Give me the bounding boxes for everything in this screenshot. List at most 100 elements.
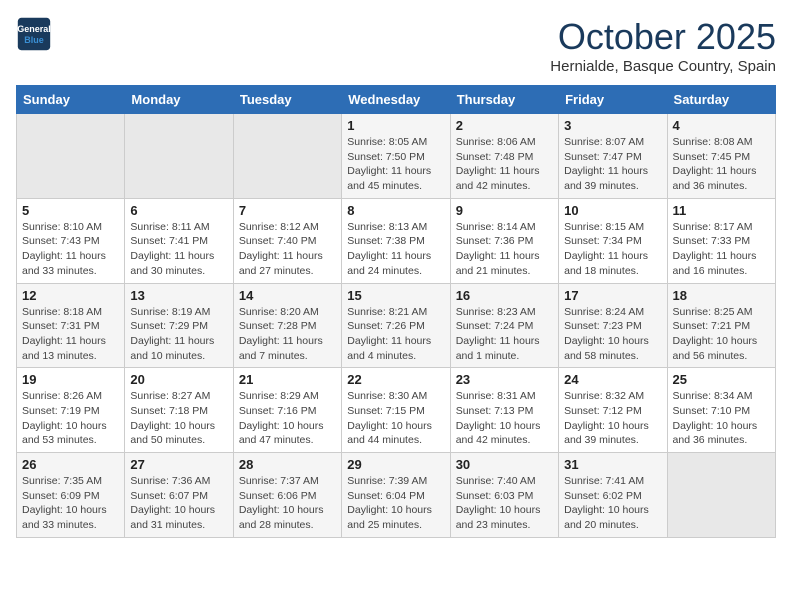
calendar-table: SundayMondayTuesdayWednesdayThursdayFrid… [16, 85, 776, 538]
day-number: 19 [22, 372, 119, 387]
calendar-week-row: 26 Sunrise: 7:35 AM Sunset: 6:09 PM Dayli… [17, 453, 776, 538]
day-number: 3 [564, 118, 661, 133]
day-info: Sunrise: 8:05 AM Sunset: 7:50 PM Dayligh… [347, 135, 444, 194]
day-number: 23 [456, 372, 553, 387]
calendar-cell: 14 Sunrise: 8:20 AM Sunset: 7:28 PM Dayli… [233, 283, 341, 368]
day-info: Sunrise: 8:20 AM Sunset: 7:28 PM Dayligh… [239, 305, 336, 364]
calendar-cell [667, 453, 775, 538]
day-number: 1 [347, 118, 444, 133]
day-info: Sunrise: 8:21 AM Sunset: 7:26 PM Dayligh… [347, 305, 444, 364]
calendar-cell: 26 Sunrise: 7:35 AM Sunset: 6:09 PM Dayli… [17, 453, 125, 538]
day-info: Sunrise: 8:30 AM Sunset: 7:15 PM Dayligh… [347, 389, 444, 448]
calendar-cell: 21 Sunrise: 8:29 AM Sunset: 7:16 PM Dayli… [233, 368, 341, 453]
calendar-cell: 18 Sunrise: 8:25 AM Sunset: 7:21 PM Dayli… [667, 283, 775, 368]
day-number: 29 [347, 457, 444, 472]
day-header: Wednesday [342, 86, 450, 114]
day-info: Sunrise: 8:08 AM Sunset: 7:45 PM Dayligh… [673, 135, 770, 194]
day-header: Tuesday [233, 86, 341, 114]
calendar-cell: 4Sunrise: 8:08 AM Sunset: 7:45 PM Daylig… [667, 114, 775, 199]
day-info: Sunrise: 8:07 AM Sunset: 7:47 PM Dayligh… [564, 135, 661, 194]
day-number: 31 [564, 457, 661, 472]
day-number: 28 [239, 457, 336, 472]
day-info: Sunrise: 7:35 AM Sunset: 6:09 PM Dayligh… [22, 474, 119, 533]
day-number: 10 [564, 203, 661, 218]
calendar-cell: 9Sunrise: 8:14 AM Sunset: 7:36 PM Daylig… [450, 198, 558, 283]
calendar-cell: 31 Sunrise: 7:41 AM Sunset: 6:02 PM Dayli… [559, 453, 667, 538]
calendar-cell: 20 Sunrise: 8:27 AM Sunset: 7:18 PM Dayli… [125, 368, 233, 453]
day-info: Sunrise: 8:31 AM Sunset: 7:13 PM Dayligh… [456, 389, 553, 448]
day-number: 12 [22, 288, 119, 303]
svg-text:General: General [17, 24, 51, 34]
day-info: Sunrise: 8:12 AM Sunset: 7:40 PM Dayligh… [239, 220, 336, 279]
calendar-header: SundayMondayTuesdayWednesdayThursdayFrid… [17, 86, 776, 114]
day-header: Monday [125, 86, 233, 114]
day-header: Sunday [17, 86, 125, 114]
day-header: Friday [559, 86, 667, 114]
calendar-cell [17, 114, 125, 199]
calendar-week-row: 5Sunrise: 8:10 AM Sunset: 7:43 PM Daylig… [17, 198, 776, 283]
day-header: Saturday [667, 86, 775, 114]
day-info: Sunrise: 8:19 AM Sunset: 7:29 PM Dayligh… [130, 305, 227, 364]
day-number: 16 [456, 288, 553, 303]
calendar-cell: 29 Sunrise: 7:39 AM Sunset: 6:04 PM Dayli… [342, 453, 450, 538]
svg-text:Blue: Blue [24, 35, 44, 45]
day-info: Sunrise: 8:34 AM Sunset: 7:10 PM Dayligh… [673, 389, 770, 448]
day-number: 27 [130, 457, 227, 472]
calendar-week-row: 1 Sunrise: 8:05 AM Sunset: 7:50 PM Daylig… [17, 114, 776, 199]
calendar-cell: 10 Sunrise: 8:15 AM Sunset: 7:34 PM Dayli… [559, 198, 667, 283]
calendar-cell [125, 114, 233, 199]
day-info: Sunrise: 8:15 AM Sunset: 7:34 PM Dayligh… [564, 220, 661, 279]
calendar-cell: 3 Sunrise: 8:07 AM Sunset: 7:47 PM Daylig… [559, 114, 667, 199]
day-info: Sunrise: 7:39 AM Sunset: 6:04 PM Dayligh… [347, 474, 444, 533]
day-number: 26 [22, 457, 119, 472]
calendar-cell: 30 Sunrise: 7:40 AM Sunset: 6:03 PM Dayli… [450, 453, 558, 538]
calendar-cell: 11Sunrise: 8:17 AM Sunset: 7:33 PM Dayli… [667, 198, 775, 283]
calendar-cell: 19Sunrise: 8:26 AM Sunset: 7:19 PM Dayli… [17, 368, 125, 453]
day-info: Sunrise: 8:06 AM Sunset: 7:48 PM Dayligh… [456, 135, 553, 194]
day-number: 24 [564, 372, 661, 387]
day-number: 7 [239, 203, 336, 218]
calendar-cell: 27Sunrise: 7:36 AM Sunset: 6:07 PM Dayli… [125, 453, 233, 538]
calendar-cell: 23 Sunrise: 8:31 AM Sunset: 7:13 PM Dayli… [450, 368, 558, 453]
day-number: 18 [673, 288, 770, 303]
day-info: Sunrise: 7:41 AM Sunset: 6:02 PM Dayligh… [564, 474, 661, 533]
header: General Blue October 2025 Hernialde, Bas… [16, 16, 776, 75]
day-number: 8 [347, 203, 444, 218]
calendar-cell: 22 Sunrise: 8:30 AM Sunset: 7:15 PM Dayli… [342, 368, 450, 453]
calendar-cell: 1 Sunrise: 8:05 AM Sunset: 7:50 PM Daylig… [342, 114, 450, 199]
day-number: 17 [564, 288, 661, 303]
day-header: Thursday [450, 86, 558, 114]
calendar-cell: 17 Sunrise: 8:24 AM Sunset: 7:23 PM Dayli… [559, 283, 667, 368]
calendar-week-row: 12Sunrise: 8:18 AM Sunset: 7:31 PM Dayli… [17, 283, 776, 368]
day-info: Sunrise: 8:23 AM Sunset: 7:24 PM Dayligh… [456, 305, 553, 364]
calendar-cell: 7 Sunrise: 8:12 AM Sunset: 7:40 PM Daylig… [233, 198, 341, 283]
day-number: 13 [130, 288, 227, 303]
day-number: 5 [22, 203, 119, 218]
day-number: 14 [239, 288, 336, 303]
calendar-cell: 24Sunrise: 8:32 AM Sunset: 7:12 PM Dayli… [559, 368, 667, 453]
day-info: Sunrise: 7:40 AM Sunset: 6:03 PM Dayligh… [456, 474, 553, 533]
calendar-cell: 25 Sunrise: 8:34 AM Sunset: 7:10 PM Dayli… [667, 368, 775, 453]
day-info: Sunrise: 8:25 AM Sunset: 7:21 PM Dayligh… [673, 305, 770, 364]
day-info: Sunrise: 7:37 AM Sunset: 6:06 PM Dayligh… [239, 474, 336, 533]
calendar-cell: 12Sunrise: 8:18 AM Sunset: 7:31 PM Dayli… [17, 283, 125, 368]
day-number: 20 [130, 372, 227, 387]
calendar-cell: 13 Sunrise: 8:19 AM Sunset: 7:29 PM Dayli… [125, 283, 233, 368]
day-number: 15 [347, 288, 444, 303]
day-info: Sunrise: 8:29 AM Sunset: 7:16 PM Dayligh… [239, 389, 336, 448]
day-number: 30 [456, 457, 553, 472]
day-info: Sunrise: 8:27 AM Sunset: 7:18 PM Dayligh… [130, 389, 227, 448]
month-title: October 2025 [550, 16, 776, 58]
logo: General Blue [16, 16, 52, 52]
day-number: 21 [239, 372, 336, 387]
day-number: 25 [673, 372, 770, 387]
day-info: Sunrise: 8:17 AM Sunset: 7:33 PM Dayligh… [673, 220, 770, 279]
calendar-cell: 16 Sunrise: 8:23 AM Sunset: 7:24 PM Dayli… [450, 283, 558, 368]
calendar-cell: 8Sunrise: 8:13 AM Sunset: 7:38 PM Daylig… [342, 198, 450, 283]
day-number: 22 [347, 372, 444, 387]
calendar-cell: 2Sunrise: 8:06 AM Sunset: 7:48 PM Daylig… [450, 114, 558, 199]
day-info: Sunrise: 8:24 AM Sunset: 7:23 PM Dayligh… [564, 305, 661, 364]
day-info: Sunrise: 8:11 AM Sunset: 7:41 PM Dayligh… [130, 220, 227, 279]
subtitle: Hernialde, Basque Country, Spain [550, 58, 776, 75]
calendar-week-row: 19Sunrise: 8:26 AM Sunset: 7:19 PM Dayli… [17, 368, 776, 453]
